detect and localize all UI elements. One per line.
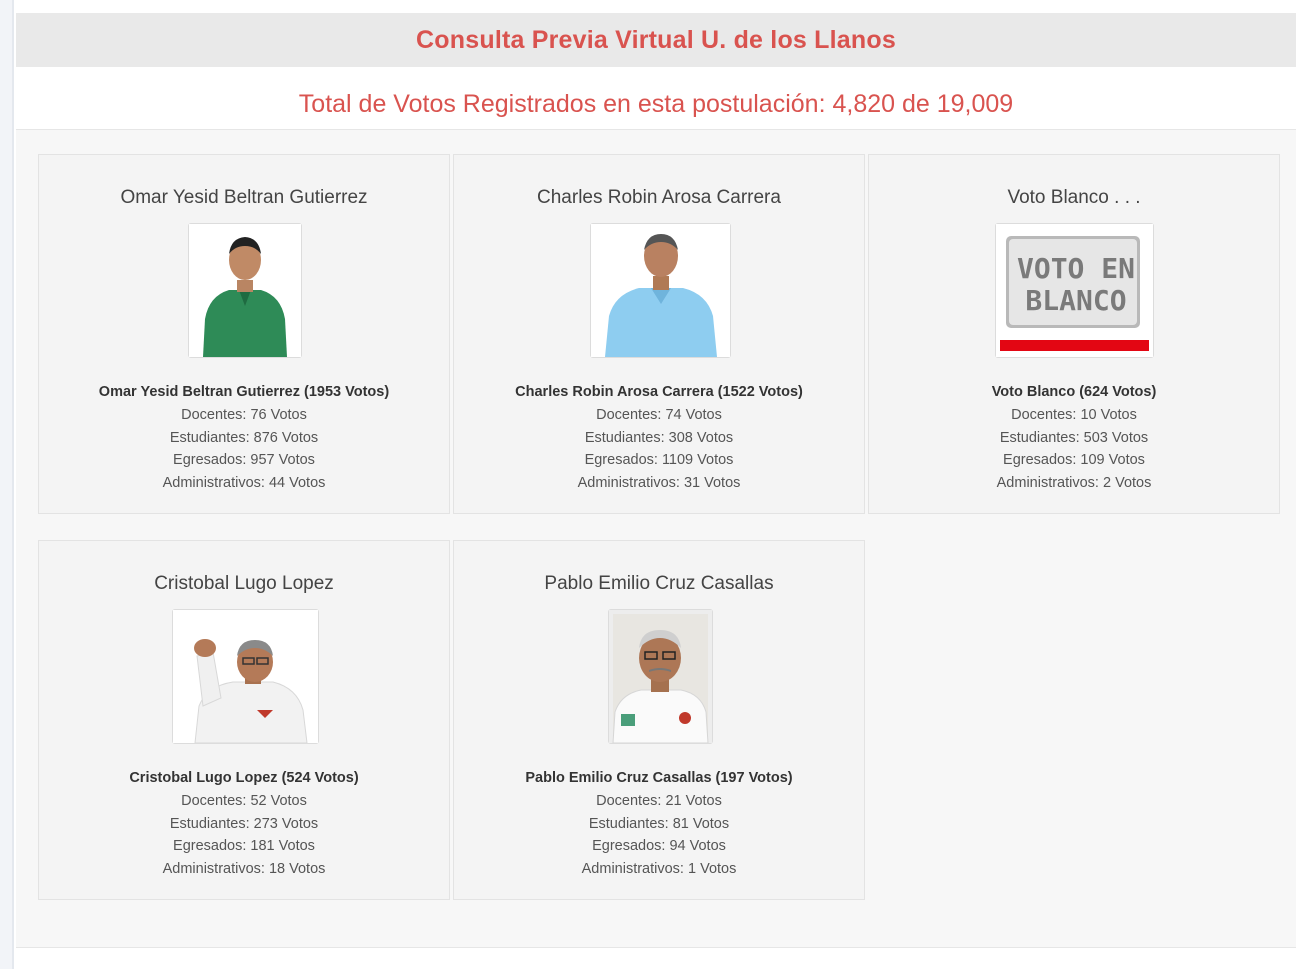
egresados-votes: Egresados: 109 Votos	[1003, 452, 1145, 469]
candidate-name: Pablo Emilio Cruz Casallas	[544, 573, 774, 594]
candidate-photo	[188, 223, 302, 358]
administrativos-votes: Administrativos: 2 Votos	[996, 475, 1152, 492]
candidate-photo-image	[591, 224, 730, 357]
candidate-vote-summary: Pablo Emilio Cruz Casallas (197 Votos)	[525, 770, 793, 786]
candidate-photo: VOTO EN BLANCO	[995, 223, 1154, 358]
administrativos-votes: Administrativos: 18 Votos	[162, 861, 326, 878]
egresados-votes: Egresados: 181 Votos	[173, 838, 315, 855]
left-rail-divider	[12, 0, 14, 969]
candidates-panel: Omar Yesid Beltran Gutierrez Omar Yesid …	[16, 129, 1296, 948]
candidate-stats: Voto Blanco (624 Votos) Docentes: 10 Vot…	[869, 381, 1279, 495]
candidate-card: Voto Blanco . . . VOTO EN BLANCO Voto Bl…	[868, 154, 1280, 514]
docentes-votes: Docentes: 10 Votos	[1011, 406, 1137, 423]
header-bar: Consulta Previa Virtual U. de los Llanos	[16, 13, 1296, 67]
candidate-stats: Omar Yesid Beltran Gutierrez (1953 Votos…	[39, 381, 449, 495]
estudiantes-votes: Estudiantes: 308 Votos	[584, 429, 734, 446]
candidate-vote-summary: Charles Robin Arosa Carrera (1522 Votos)	[515, 384, 803, 400]
candidate-name: Voto Blanco . . .	[1007, 187, 1141, 208]
candidate-stats: Charles Robin Arosa Carrera (1522 Votos)…	[454, 381, 864, 495]
egresados-votes: Egresados: 1109 Votos	[584, 452, 734, 469]
candidate-photo-image	[173, 610, 318, 743]
candidate-stats: Cristobal Lugo Lopez (524 Votos) Docente…	[39, 767, 449, 881]
total-votes-summary: Total de Votos Registrados en esta postu…	[298, 89, 1014, 118]
candidate-photo	[608, 609, 713, 744]
estudiantes-votes: Estudiantes: 273 Votos	[169, 815, 319, 832]
candidate-stats: Pablo Emilio Cruz Casallas (197 Votos) D…	[454, 767, 864, 881]
estudiantes-votes: Estudiantes: 503 Votos	[999, 429, 1149, 446]
candidate-vote-summary: Omar Yesid Beltran Gutierrez (1953 Votos…	[98, 384, 390, 400]
voto-en-blanco-text-line1: VOTO EN	[1017, 252, 1135, 285]
docentes-votes: Docentes: 74 Votos	[596, 406, 722, 423]
candidate-card: Charles Robin Arosa Carrera Charles Robi…	[453, 154, 865, 514]
candidate-photo	[590, 223, 731, 358]
estudiantes-votes: Estudiantes: 81 Votos	[588, 815, 730, 832]
egresados-votes: Egresados: 957 Votos	[173, 452, 315, 469]
docentes-votes: Docentes: 76 Votos	[181, 406, 307, 423]
administrativos-votes: Administrativos: 1 Votos	[581, 861, 737, 878]
docentes-votes: Docentes: 21 Votos	[596, 792, 722, 809]
docentes-votes: Docentes: 52 Votos	[181, 792, 307, 809]
candidate-photo-image	[609, 610, 712, 743]
candidate-name: Omar Yesid Beltran Gutierrez	[120, 187, 368, 208]
candidate-photo-image	[189, 224, 301, 357]
administrativos-votes: Administrativos: 44 Votos	[162, 475, 326, 492]
candidate-card: Cristobal Lugo Lopez Cristobal Lugo Lope…	[38, 540, 450, 900]
candidate-card: Pablo Emilio Cruz Casallas Pablo Emilio …	[453, 540, 865, 900]
candidate-vote-summary: Cristobal Lugo Lopez (524 Votos)	[129, 770, 359, 786]
candidate-photo	[172, 609, 319, 744]
candidate-name: Charles Robin Arosa Carrera	[537, 187, 781, 208]
candidate-card: Omar Yesid Beltran Gutierrez Omar Yesid …	[38, 154, 450, 514]
candidate-name: Cristobal Lugo Lopez	[154, 573, 334, 594]
left-rail	[0, 0, 12, 969]
estudiantes-votes: Estudiantes: 876 Votos	[169, 429, 319, 446]
egresados-votes: Egresados: 94 Votos	[592, 838, 726, 855]
candidate-vote-summary: Voto Blanco (624 Votos)	[991, 384, 1157, 400]
page-title: Consulta Previa Virtual U. de los Llanos	[416, 25, 896, 54]
administrativos-votes: Administrativos: 31 Votos	[577, 475, 741, 492]
voto-en-blanco-text-line2: BLANCO	[1025, 284, 1126, 317]
voto-en-blanco-image: VOTO EN BLANCO	[996, 224, 1153, 357]
